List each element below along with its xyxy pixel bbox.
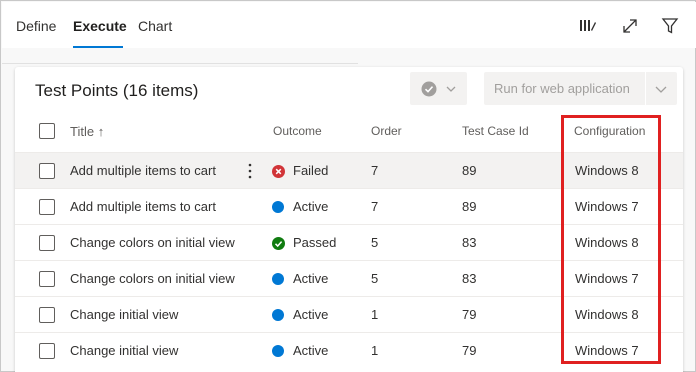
row-order: 7 xyxy=(371,163,379,178)
column-options-icon[interactable] xyxy=(577,15,599,37)
row-test-case-id: 79 xyxy=(462,343,477,358)
tab-execute[interactable]: Execute xyxy=(73,18,127,34)
expand-icon[interactable] xyxy=(619,15,641,37)
active-icon xyxy=(272,309,284,321)
row-order: 1 xyxy=(371,307,379,322)
more-options-icon[interactable] xyxy=(247,162,253,180)
select-all-checkbox[interactable] xyxy=(39,123,55,139)
split-button-divider xyxy=(645,72,646,105)
chevron-down-icon xyxy=(446,86,455,92)
set-outcome-button[interactable] xyxy=(410,72,467,105)
failed-icon xyxy=(272,165,285,178)
divider xyxy=(2,63,358,64)
row-outcome: Passed xyxy=(293,235,337,250)
row-title: Add multiple items to cart xyxy=(70,199,216,214)
row-order: 5 xyxy=(371,235,379,250)
row-title: Change colors on initial view xyxy=(70,271,235,286)
row-outcome: Active xyxy=(293,307,329,322)
active-tab-indicator xyxy=(73,46,123,48)
row-title: Change colors on initial view xyxy=(70,235,235,250)
configuration-column-highlight xyxy=(561,115,661,364)
filter-icon[interactable] xyxy=(659,15,681,37)
row-title: Change initial view xyxy=(70,307,179,322)
row-order: 5 xyxy=(371,271,379,286)
row-checkbox[interactable] xyxy=(39,235,55,251)
row-test-case-id: 83 xyxy=(462,235,477,250)
tab-chart[interactable]: Chart xyxy=(138,18,172,34)
row-outcome: Active xyxy=(293,199,329,214)
row-test-case-id: 79 xyxy=(462,307,477,322)
row-checkbox[interactable] xyxy=(39,199,55,215)
row-checkbox[interactable] xyxy=(39,163,55,179)
tab-define[interactable]: Define xyxy=(16,18,56,34)
row-order: 7 xyxy=(371,199,379,214)
passed-icon xyxy=(272,237,285,250)
row-outcome: Active xyxy=(293,343,329,358)
row-checkbox[interactable] xyxy=(39,307,55,323)
row-order: 1 xyxy=(371,343,379,358)
row-test-case-id: 89 xyxy=(462,163,477,178)
row-outcome: Failed xyxy=(293,163,329,178)
active-icon xyxy=(272,201,284,213)
column-header-test-case-id[interactable]: Test Case Id xyxy=(462,124,529,138)
row-checkbox[interactable] xyxy=(39,271,55,287)
column-header-title[interactable]: Title ↑ xyxy=(70,124,104,139)
page-title: Test Points (16 items) xyxy=(35,81,199,100)
row-test-case-id: 83 xyxy=(462,271,477,286)
tab-bar: Define Execute Chart xyxy=(2,2,696,48)
row-outcome: Active xyxy=(293,271,329,286)
active-icon xyxy=(272,345,284,357)
chevron-down-icon[interactable] xyxy=(653,81,669,97)
window-frame: Define Execute Chart Test Points (16 ite… xyxy=(0,0,696,372)
run-button-label: Run for web application xyxy=(494,81,630,96)
sort-ascending-icon: ↑ xyxy=(97,124,105,139)
run-for-web-application-button[interactable]: Run for web application xyxy=(484,72,677,105)
row-title: Add multiple items to cart xyxy=(70,163,216,178)
row-test-case-id: 89 xyxy=(462,199,477,214)
row-title: Change initial view xyxy=(70,343,179,358)
column-header-outcome[interactable]: Outcome xyxy=(273,124,322,138)
column-header-order[interactable]: Order xyxy=(371,124,402,138)
row-checkbox[interactable] xyxy=(39,343,55,359)
column-header-title-label: Title xyxy=(70,124,95,139)
check-circle-icon xyxy=(421,81,436,96)
active-icon xyxy=(272,273,284,285)
